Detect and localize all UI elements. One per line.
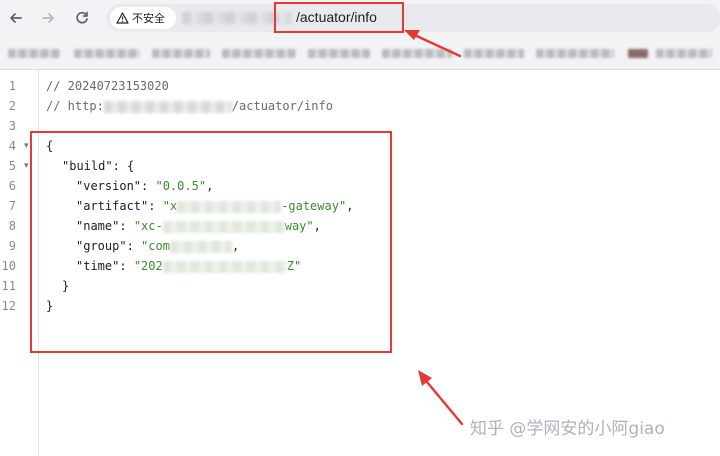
arrow-to-url bbox=[404, 30, 462, 58]
annotation-arrows bbox=[404, 30, 464, 426]
watermark: 知乎 @学网安的小阿giao bbox=[470, 419, 665, 439]
arrow-to-json bbox=[418, 370, 464, 426]
